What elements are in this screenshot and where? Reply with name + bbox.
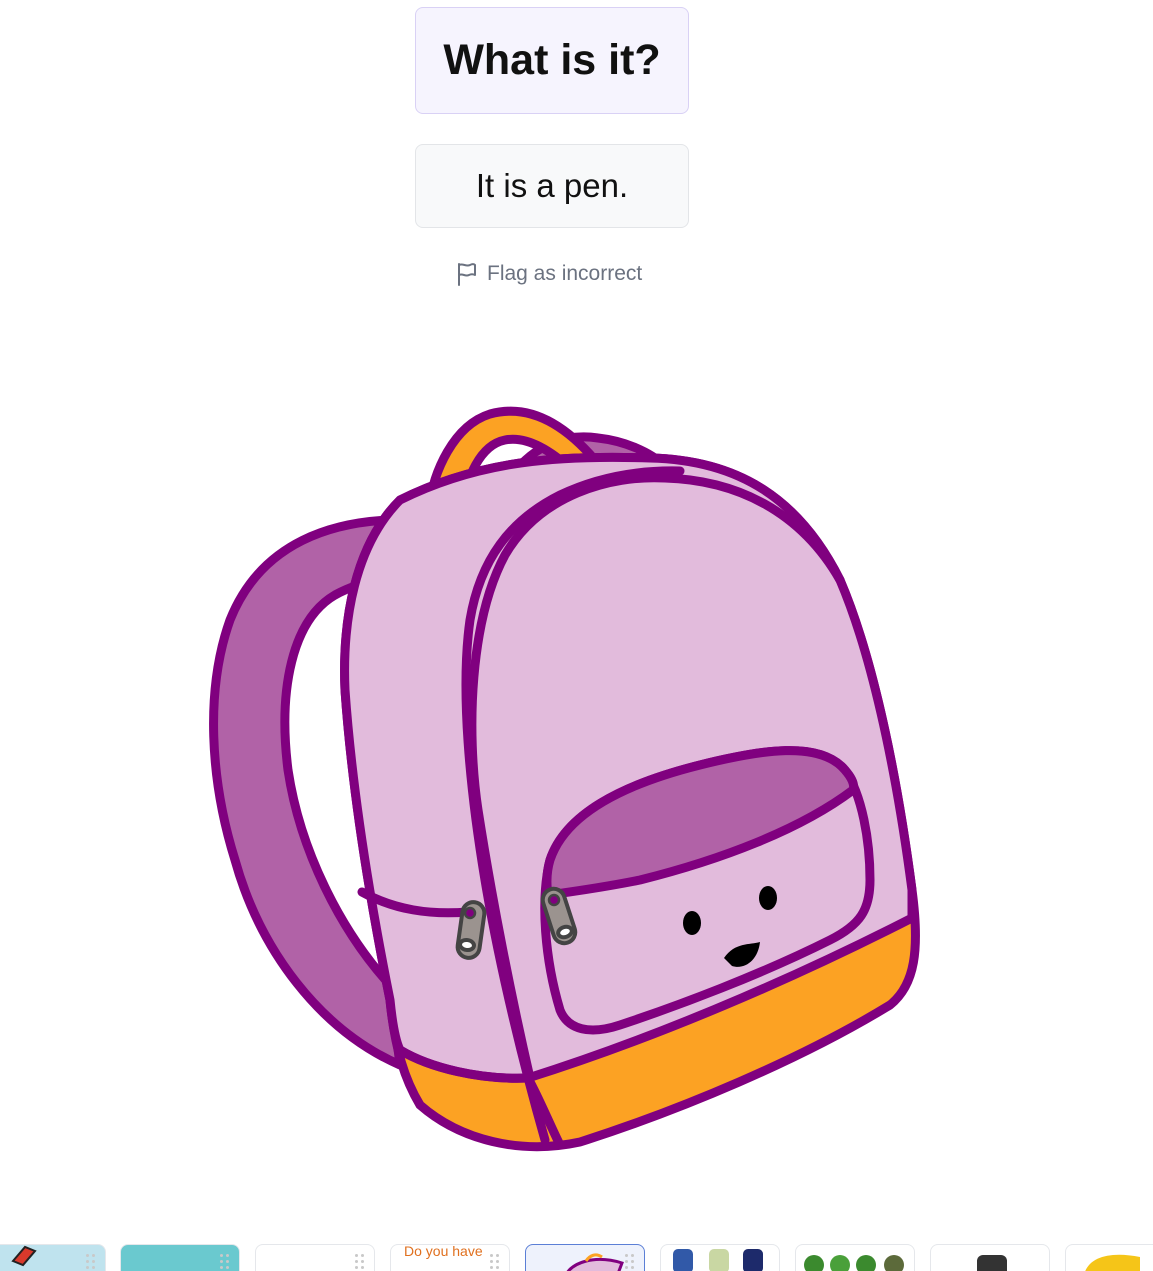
thumbnail-text: Do you have [404, 1244, 483, 1259]
drag-handle-icon[interactable] [490, 1254, 500, 1269]
backpack-illustration [200, 395, 930, 1169]
slide-thumbnail-3[interactable] [255, 1244, 375, 1271]
slide-thumbnail-7[interactable] [795, 1244, 915, 1271]
slide-thumbnail-8[interactable] [930, 1244, 1050, 1271]
flag-incorrect-button[interactable]: Flag as incorrect [456, 260, 642, 288]
slide-thumbnail-2[interactable] [120, 1244, 240, 1271]
slide-thumbnail-9[interactable] [1065, 1244, 1153, 1271]
drag-handle-icon[interactable] [625, 1254, 635, 1269]
slide-thumbnail-1[interactable] [0, 1244, 106, 1271]
slide-thumbnail-4[interactable]: Do you have [390, 1244, 510, 1271]
slide-thumbnail-5[interactable] [525, 1244, 645, 1271]
drag-handle-icon[interactable] [355, 1254, 365, 1269]
flag-label: Flag as incorrect [487, 262, 643, 285]
answer-text: It is a pen. [475, 167, 629, 204]
flag-icon [456, 262, 478, 286]
slide-thumbnail-strip: Do you have [0, 1244, 1153, 1271]
drag-handle-icon[interactable] [220, 1254, 230, 1269]
answer-card[interactable]: It is a pen. [415, 144, 689, 228]
question-text: What is it? [443, 36, 661, 84]
slide-thumbnail-6[interactable] [660, 1244, 780, 1271]
question-card: What is it? [415, 7, 689, 114]
drag-handle-icon[interactable] [86, 1254, 96, 1269]
